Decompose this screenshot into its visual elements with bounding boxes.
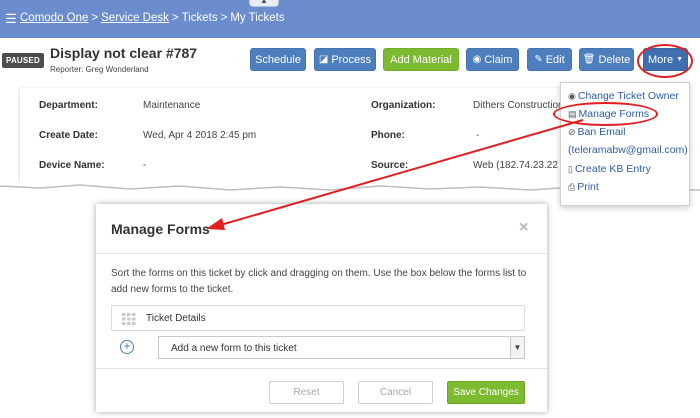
ticket-details-panel: Department: Maintenance Organization: Di…	[20, 88, 580, 188]
cancel-label: Cancel	[379, 387, 412, 398]
menu-item-label: Print	[577, 181, 599, 193]
hamburger-menu-icon[interactable]: ☰	[5, 11, 17, 27]
ban-icon: ⊘	[568, 127, 576, 137]
process-button[interactable]: ◪ Process	[314, 48, 376, 71]
ticket-title: Display not clear #787	[50, 45, 198, 61]
modal-description: Sort the forms on this ticket by click a…	[111, 268, 527, 295]
source-value: Web (182.74.23.22	[473, 160, 558, 171]
more-dropdown-menu: ◉ Change Ticket Owner ▤ Manage Forms ⊘ Ban …	[560, 82, 690, 206]
status-badge: PAUSED	[2, 53, 44, 68]
phone-value: -	[476, 130, 480, 141]
trash-icon: 🗑	[582, 54, 596, 65]
modal-header: Manage Forms ×	[96, 204, 547, 254]
form-list-item[interactable]: Ticket Details	[111, 305, 525, 331]
claim-label: Claim	[484, 53, 513, 66]
add-material-button[interactable]: Add Material	[383, 48, 459, 71]
breadcrumb-separator: >	[220, 12, 228, 24]
create-date-value: Wed, Apr 4 2018 2:45 pm	[143, 130, 257, 141]
menu-item-label: Change Ticket Owner	[577, 90, 679, 102]
breadcrumb-separator: >	[91, 12, 99, 24]
delete-button[interactable]: 🗑 Delete	[579, 48, 634, 71]
breadcrumb-tickets: Tickets	[181, 12, 218, 24]
breadcrumb-comodo-one[interactable]: Comodo One	[20, 12, 88, 24]
modal-title: Manage Forms	[111, 221, 210, 237]
phone-label: Phone:	[371, 130, 405, 141]
delete-label: Delete	[598, 53, 631, 66]
chevron-down-icon[interactable]: ▼	[510, 337, 524, 358]
edit-icon: ✎	[534, 54, 543, 65]
breadcrumb: Comodo One > Service Desk > Tickets > My Ticke…	[20, 12, 285, 24]
user-circle-icon: ◉	[472, 54, 482, 65]
printer-icon: ⎙	[568, 182, 576, 192]
process-icon: ◪	[318, 54, 329, 65]
chevron-up-icon: ▲	[260, 0, 268, 5]
top-nav-bar: ▲ ☰ Comodo One > Service Desk > Tickets > My T…	[0, 0, 700, 38]
annotation-circle-more	[637, 44, 693, 78]
schedule-label: Schedule	[255, 53, 301, 66]
cancel-button[interactable]: Cancel	[358, 381, 433, 404]
reset-button[interactable]: Reset	[269, 381, 344, 404]
save-changes-label: Save Changes	[453, 387, 519, 398]
menu-item-label: Ban Email	[577, 126, 626, 138]
user-circle-icon: ◉	[568, 91, 576, 101]
drag-handle-icon[interactable]	[122, 313, 136, 325]
document-icon: ▯	[568, 164, 573, 174]
add-form-select-value: Add a new form to this ticket	[171, 343, 297, 354]
organization-value: Dithers Construction	[473, 100, 564, 111]
collapse-header-tab[interactable]: ▲	[249, 0, 279, 7]
annotation-circle-manage-forms	[553, 102, 658, 126]
create-date-label: Create Date:	[39, 130, 98, 141]
device-name-value: -	[143, 160, 147, 171]
menu-item-print[interactable]: ⎙ Print	[568, 181, 599, 193]
form-name: Ticket Details	[146, 313, 206, 324]
organization-label: Organization:	[371, 100, 436, 111]
edit-label: Edit	[545, 53, 565, 66]
manage-forms-modal: Manage Forms × Sort the forms on this ti…	[96, 204, 547, 412]
edit-button[interactable]: ✎ Edit	[527, 48, 572, 71]
menu-item-create-kb-entry[interactable]: ▯ Create KB Entry	[568, 163, 651, 175]
modal-footer: Reset Cancel Save Changes	[96, 368, 547, 412]
close-icon[interactable]: ×	[519, 219, 528, 237]
add-material-label: Add Material	[390, 53, 452, 66]
menu-item-ban-email-address[interactable]: (teleramabw@gmail.com)	[568, 144, 688, 156]
add-form-select[interactable]: Add a new form to this ticket ▼	[158, 336, 525, 359]
breadcrumb-service-desk[interactable]: Service Desk	[101, 12, 169, 24]
menu-item-label: Create KB Entry	[574, 163, 651, 175]
department-value: Maintenance	[143, 100, 201, 111]
source-label: Source:	[371, 160, 409, 171]
department-label: Department:	[39, 100, 98, 111]
menu-item-change-ticket-owner[interactable]: ◉ Change Ticket Owner	[568, 90, 679, 102]
save-changes-button[interactable]: Save Changes	[447, 381, 525, 404]
reset-label: Reset	[293, 387, 320, 398]
breadcrumb-separator: >	[171, 12, 179, 24]
schedule-button[interactable]: Schedule	[250, 48, 306, 71]
ticket-reporter: Reporter: Greg Wonderland	[50, 65, 149, 74]
menu-item-ban-email[interactable]: ⊘ Ban Email	[568, 126, 625, 138]
device-name-label: Device Name:	[39, 160, 105, 171]
ticket-header: PAUSED Display not clear #787 Reporter: …	[0, 38, 700, 84]
claim-button[interactable]: ◉ Claim	[466, 48, 519, 71]
process-label: Process	[331, 53, 372, 66]
breadcrumb-my-tickets: My Tickets	[230, 12, 285, 24]
add-circle-icon[interactable]: +	[120, 340, 134, 354]
